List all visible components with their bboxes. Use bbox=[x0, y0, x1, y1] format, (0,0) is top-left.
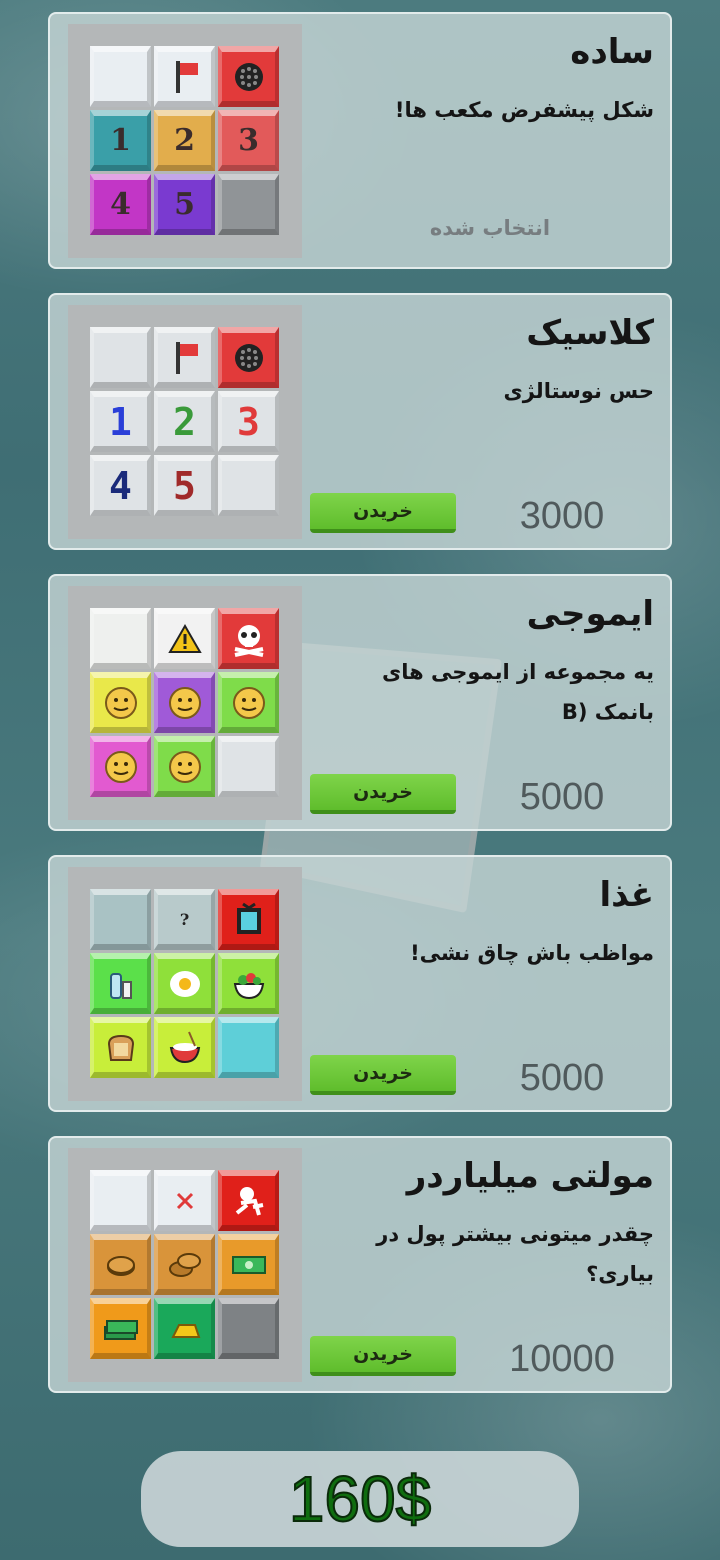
skin-card: ایموجی یه مجموعه از ایموجی های بانمک (B خر… bbox=[48, 574, 672, 831]
skin-card: 1 2 3 4 5 ساده شکل پیشفرض مکعب ها! انتخاب شده bbox=[48, 12, 672, 269]
selected-status: انتخاب شده bbox=[429, 216, 551, 240]
skull-icon bbox=[218, 608, 279, 669]
emoji-icon bbox=[218, 672, 279, 733]
skin-preview: 123 45 bbox=[68, 24, 302, 258]
cube-grid: ? bbox=[90, 889, 280, 1079]
skin-description: حس نوستالژی bbox=[503, 379, 655, 403]
skin-card: مولتی میلیاردر چقدر میتونی بیشتر پول در ب… bbox=[48, 1136, 672, 1393]
cube-number: 5 bbox=[154, 455, 215, 516]
skin-title: مولتی میلیاردر bbox=[406, 1156, 654, 1196]
skin-price: 5000 bbox=[519, 1057, 605, 1099]
cube-grid: 123 45 bbox=[90, 327, 280, 517]
cube-number: 5 bbox=[154, 174, 215, 235]
skin-title: ایموجی bbox=[526, 594, 654, 634]
skin-description: چقدر میتونی بیشتر پول در بیاری؟ bbox=[376, 1222, 654, 1286]
emoji-icon bbox=[90, 736, 151, 797]
coins-icon bbox=[154, 1234, 215, 1295]
emoji-icon bbox=[90, 672, 151, 733]
cube-grid bbox=[90, 1170, 280, 1360]
cube-number: 3 bbox=[218, 391, 279, 452]
bill-icon bbox=[218, 1234, 279, 1295]
cube-blank bbox=[218, 736, 279, 797]
skin-preview: ? bbox=[68, 867, 302, 1101]
flag-icon bbox=[154, 46, 215, 107]
balance-amount: 160$ bbox=[288, 1462, 432, 1536]
warning-icon bbox=[154, 608, 215, 669]
coin-icon bbox=[90, 1234, 151, 1295]
cube-blank bbox=[90, 327, 151, 388]
cube-number: 3 bbox=[218, 110, 279, 171]
buy-button[interactable]: خریدن bbox=[310, 774, 456, 814]
skin-card: ? غذا مواظب باش چاق نشی! خریدن 5000 bbox=[48, 855, 672, 1112]
cube-blank bbox=[218, 455, 279, 516]
skin-title: غذا bbox=[599, 875, 654, 915]
skin-description: شکل پیشفرض مکعب ها! bbox=[394, 98, 654, 122]
emoji-icon bbox=[154, 736, 215, 797]
balance-display: 160$ bbox=[141, 1451, 579, 1547]
cube-blank bbox=[218, 1017, 279, 1078]
skin-price: 5000 bbox=[519, 776, 605, 818]
scale-icon bbox=[218, 889, 279, 950]
bowl-icon bbox=[154, 1017, 215, 1078]
buy-button[interactable]: خریدن bbox=[310, 1055, 456, 1095]
cash-icon bbox=[90, 1298, 151, 1359]
mine-icon bbox=[218, 46, 279, 107]
bread-icon bbox=[90, 1017, 151, 1078]
bottle-icon bbox=[90, 953, 151, 1014]
cube-number: 2 bbox=[154, 391, 215, 452]
emoji-icon bbox=[154, 672, 215, 733]
skin-title: کلاسیک bbox=[526, 313, 654, 353]
cube-blank bbox=[90, 46, 151, 107]
cube-number: 2 bbox=[154, 110, 215, 171]
buy-button[interactable]: خریدن bbox=[310, 1336, 456, 1376]
cube-number: 1 bbox=[90, 391, 151, 452]
cube-number: 4 bbox=[90, 174, 151, 235]
cube-number: ? bbox=[154, 889, 215, 950]
skin-price: 10000 bbox=[509, 1338, 615, 1380]
cube-number: 4 bbox=[90, 455, 151, 516]
skin-preview: 123 45 bbox=[68, 305, 302, 539]
cube-blank bbox=[90, 889, 151, 950]
cube-blank bbox=[218, 1298, 279, 1359]
skin-card: 1 2 3 4 5 کلاسیک حس نوستالژی خریدن 3000 bbox=[48, 293, 672, 550]
skin-description: یه مجموعه از ایموجی های بانمک (B bbox=[381, 660, 654, 724]
cube-grid: 123 45 bbox=[90, 46, 280, 236]
cube-blank bbox=[218, 174, 279, 235]
egg-icon bbox=[154, 953, 215, 1014]
flag-icon bbox=[154, 327, 215, 388]
salad-icon bbox=[218, 953, 279, 1014]
skin-description: مواظب باش چاق نشی! bbox=[410, 941, 654, 965]
mine-icon bbox=[218, 327, 279, 388]
thief-icon bbox=[218, 1170, 279, 1231]
skin-preview bbox=[68, 1148, 302, 1382]
buy-button[interactable]: خریدن bbox=[310, 493, 456, 533]
gold-icon bbox=[154, 1298, 215, 1359]
cube-blank bbox=[90, 608, 151, 669]
skin-price: 3000 bbox=[519, 495, 605, 537]
cube-number: 1 bbox=[90, 110, 151, 171]
skin-title: ساده bbox=[570, 32, 654, 72]
cube-grid bbox=[90, 608, 280, 798]
skin-preview bbox=[68, 586, 302, 820]
cross-icon bbox=[154, 1170, 215, 1231]
cube-blank bbox=[90, 1170, 151, 1231]
